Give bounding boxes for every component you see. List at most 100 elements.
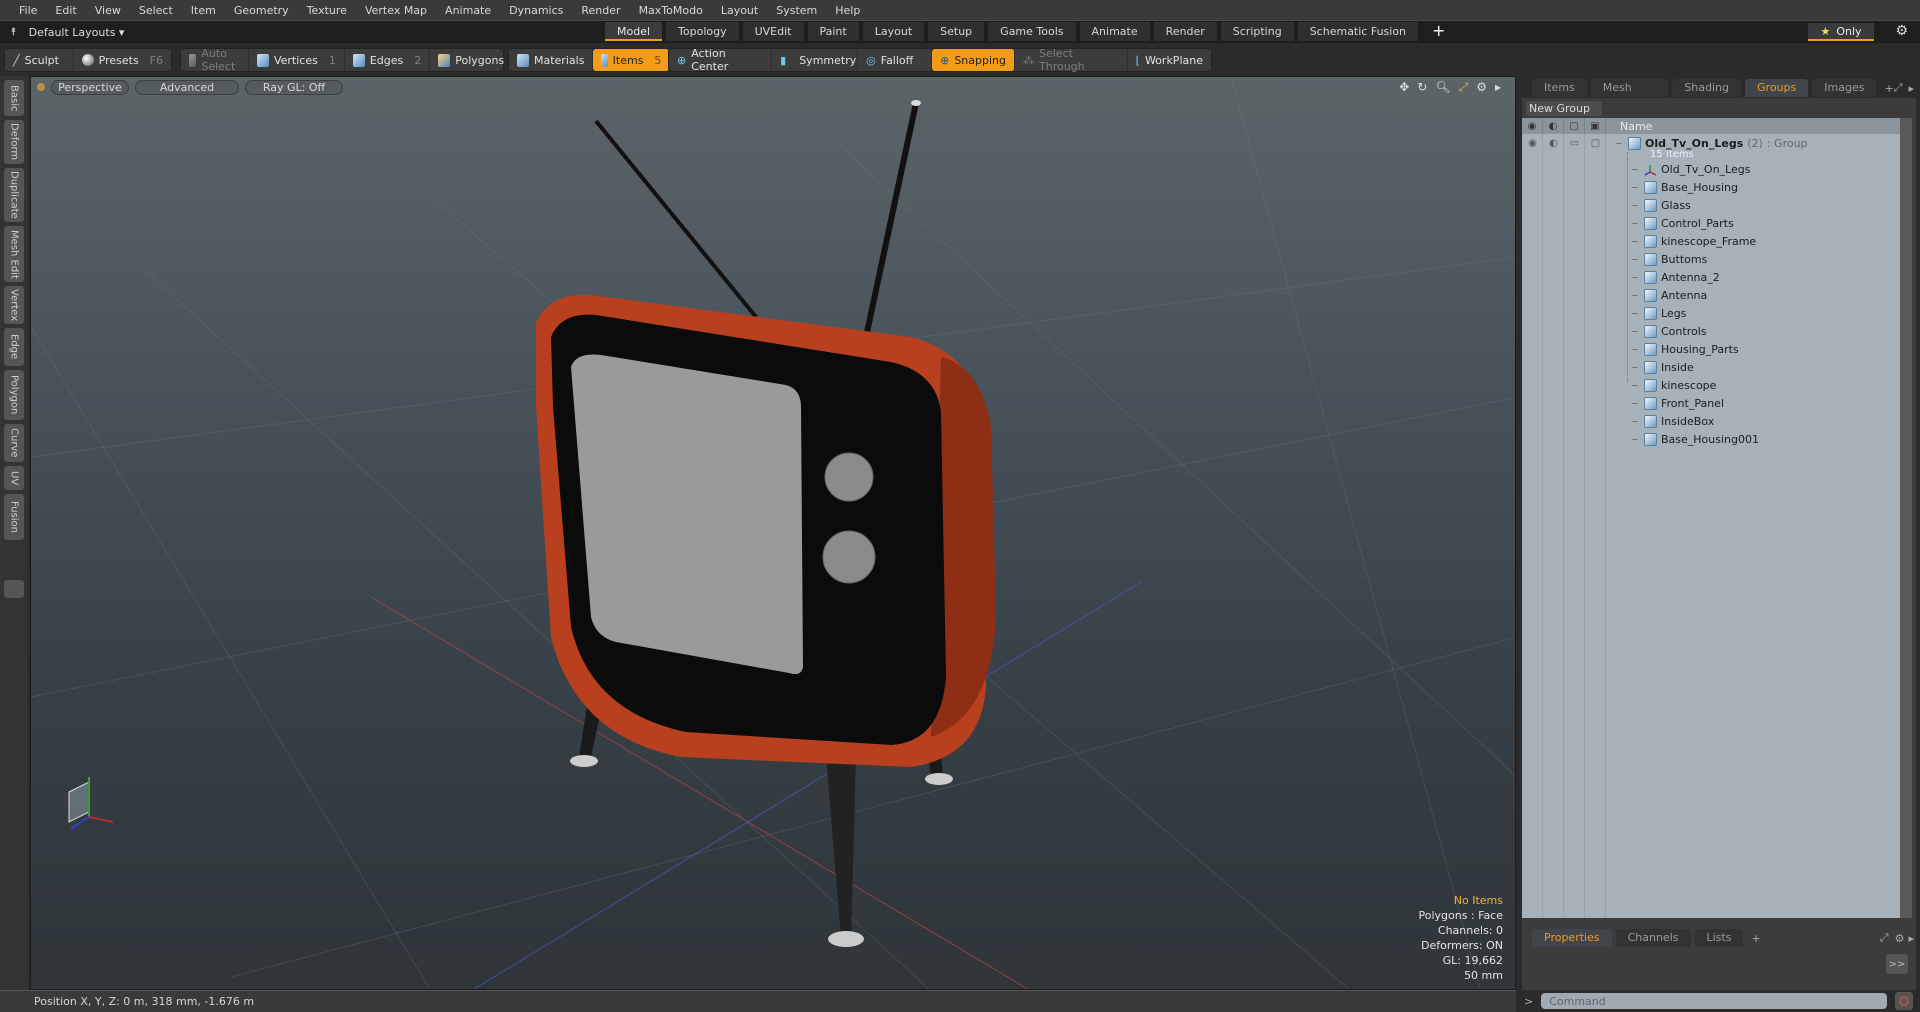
menu-file[interactable]: File: [10, 4, 46, 17]
select-col-icon[interactable]: ▣: [1585, 118, 1606, 134]
maximize-panel-icon[interactable]: ⤢: [1894, 81, 1903, 95]
menu-maxtomodo[interactable]: MaxToModo: [630, 4, 712, 17]
menu-help[interactable]: Help: [826, 4, 869, 17]
tab-game-tools[interactable]: Game Tools: [988, 22, 1076, 41]
menu-edit[interactable]: Edit: [46, 4, 85, 17]
tab-uvedit[interactable]: UVEdit: [742, 22, 804, 41]
layout-selector[interactable]: ⯭ Default Layouts ▾: [10, 23, 124, 41]
tab-properties[interactable]: Properties: [1532, 929, 1612, 947]
list-item[interactable]: InsideBox: [1632, 412, 1714, 430]
list-item[interactable]: Housing_Parts: [1632, 340, 1739, 358]
list-item[interactable]: kinescope_Frame: [1632, 232, 1756, 250]
fit-icon[interactable]: ⤢: [1459, 80, 1469, 95]
symmetry-button[interactable]: ▮ Symmetry: [772, 49, 859, 71]
panel-menu-arrow-icon[interactable]: ▸: [1908, 82, 1914, 95]
vtab-deform[interactable]: Deform: [4, 120, 24, 164]
tab-scripting[interactable]: Scripting: [1220, 22, 1294, 41]
tab-shading[interactable]: Shading: [1672, 79, 1742, 97]
vertices-button[interactable]: Vertices 1: [249, 49, 345, 71]
group-row[interactable]: Old_Tv_On_Legs (2) : Group: [1616, 134, 1808, 152]
snapping-button[interactable]: ⊕ Snapping: [932, 49, 1015, 71]
menu-system[interactable]: System: [767, 4, 826, 17]
menu-dynamics[interactable]: Dynamics: [500, 4, 572, 17]
list-item[interactable]: Antenna_2: [1632, 268, 1720, 286]
viewport-settings-icon[interactable]: ⚙: [1476, 80, 1487, 95]
viewport-menu-arrow-icon[interactable]: ▸: [1495, 80, 1501, 95]
materials-button[interactable]: Materials: [509, 49, 594, 71]
expand-button[interactable]: >>: [1886, 954, 1908, 974]
command-stop-button[interactable]: [1895, 992, 1914, 1010]
polygons-button[interactable]: Polygons: [430, 49, 512, 71]
maximize-properties-icon[interactable]: ⤢: [1880, 931, 1889, 945]
items-button[interactable]: Items 5: [593, 49, 670, 71]
list-item[interactable]: Inside: [1632, 358, 1694, 376]
vtab-duplicate[interactable]: Duplicate: [4, 168, 24, 222]
select-toggle[interactable]: ▢: [1585, 138, 1606, 149]
tab-lists[interactable]: Lists: [1694, 929, 1744, 947]
menu-item[interactable]: Item: [182, 4, 225, 17]
menu-geometry[interactable]: Geometry: [225, 4, 298, 17]
falloff-button[interactable]: ◎ Falloff: [858, 49, 933, 71]
sculpt-button[interactable]: ╱ Sculpt: [5, 49, 74, 71]
list-item[interactable]: Base_Housing001: [1632, 430, 1759, 448]
3d-viewport[interactable]: Perspective Advanced Ray GL: Off ✥ ↻ 🔍︎ …: [30, 76, 1516, 990]
auto-select-button[interactable]: Auto Select: [181, 47, 249, 73]
tab-images[interactable]: Images: [1812, 79, 1877, 97]
vtab-basic[interactable]: Basic: [4, 80, 24, 116]
list-item[interactable]: Base_Housing: [1632, 178, 1738, 196]
action-center-button[interactable]: ⊕ Action Center: [669, 47, 773, 73]
tab-channels[interactable]: Channels: [1615, 929, 1691, 947]
edges-button[interactable]: Edges 2: [345, 49, 431, 71]
menu-layout[interactable]: Layout: [712, 4, 767, 17]
vtab-vertex[interactable]: Vertex: [4, 286, 24, 324]
menu-view[interactable]: View: [86, 4, 130, 17]
tab-render[interactable]: Render: [1153, 22, 1217, 41]
pan-icon[interactable]: ✥: [1399, 80, 1409, 95]
tab-mesh-ops[interactable]: Mesh Ops: [1590, 79, 1669, 112]
visibility-toggle-icon[interactable]: ◉: [1522, 138, 1543, 149]
lock-toggle[interactable]: ▭: [1564, 138, 1585, 149]
tab-schematic-fusion[interactable]: Schematic Fusion: [1297, 22, 1419, 41]
list-item[interactable]: kinescope: [1632, 376, 1716, 394]
rotate-icon[interactable]: ↻: [1417, 80, 1427, 95]
zoom-icon[interactable]: 🔍︎: [1435, 80, 1450, 95]
render-toggle-icon[interactable]: ◐: [1543, 138, 1564, 149]
name-column-header[interactable]: Name: [1606, 120, 1652, 133]
properties-menu-arrow-icon[interactable]: ▸: [1908, 932, 1914, 945]
list-item[interactable]: Front_Panel: [1632, 394, 1724, 412]
tab-animate[interactable]: Animate: [1079, 22, 1150, 41]
select-through-button[interactable]: ⁂ Select Through: [1015, 47, 1128, 73]
vtab-mesh-edit[interactable]: Mesh Edit: [4, 226, 24, 282]
view-mode-dropdown[interactable]: Perspective: [51, 79, 129, 95]
viewport-options-icon[interactable]: [37, 83, 45, 91]
only-toggle[interactable]: ★ Only: [1808, 23, 1874, 41]
tab-model[interactable]: Model: [605, 22, 663, 41]
list-item[interactable]: Legs: [1632, 304, 1686, 322]
new-group-button[interactable]: New Group: [1526, 101, 1602, 116]
list-item[interactable]: Buttoms: [1632, 250, 1707, 268]
tab-groups[interactable]: Groups: [1745, 79, 1809, 97]
list-item[interactable]: Control_Parts: [1632, 214, 1734, 232]
render-col-icon[interactable]: ◐: [1543, 118, 1564, 134]
list-item[interactable]: Old_Tv_On_Legs: [1632, 160, 1750, 178]
tab-setup[interactable]: Setup: [928, 22, 985, 41]
add-tab-button[interactable]: +: [1428, 22, 1449, 42]
raygl-toggle[interactable]: Ray GL: Off: [245, 79, 343, 95]
menu-select[interactable]: Select: [130, 4, 182, 17]
tree-scrollbar[interactable]: [1900, 118, 1912, 918]
menu-animate[interactable]: Animate: [436, 4, 500, 17]
add-panel-tab-icon[interactable]: +: [1884, 82, 1893, 95]
vtab-curve[interactable]: Curve: [4, 424, 24, 462]
vtab-uv[interactable]: UV: [4, 466, 24, 490]
presets-button[interactable]: Presets F6: [74, 49, 171, 71]
tab-paint[interactable]: Paint: [807, 22, 859, 41]
vtab-collapse[interactable]: [4, 580, 24, 598]
vtab-edge[interactable]: Edge: [4, 328, 24, 366]
tab-items[interactable]: Items: [1532, 79, 1587, 97]
list-item[interactable]: Glass: [1632, 196, 1691, 214]
properties-gear-icon[interactable]: ⚙: [1895, 932, 1905, 945]
vtab-polygon[interactable]: Polygon: [4, 370, 24, 420]
command-input[interactable]: [1541, 993, 1888, 1009]
shading-dropdown[interactable]: Advanced: [135, 79, 239, 95]
list-item[interactable]: Controls: [1632, 322, 1707, 340]
